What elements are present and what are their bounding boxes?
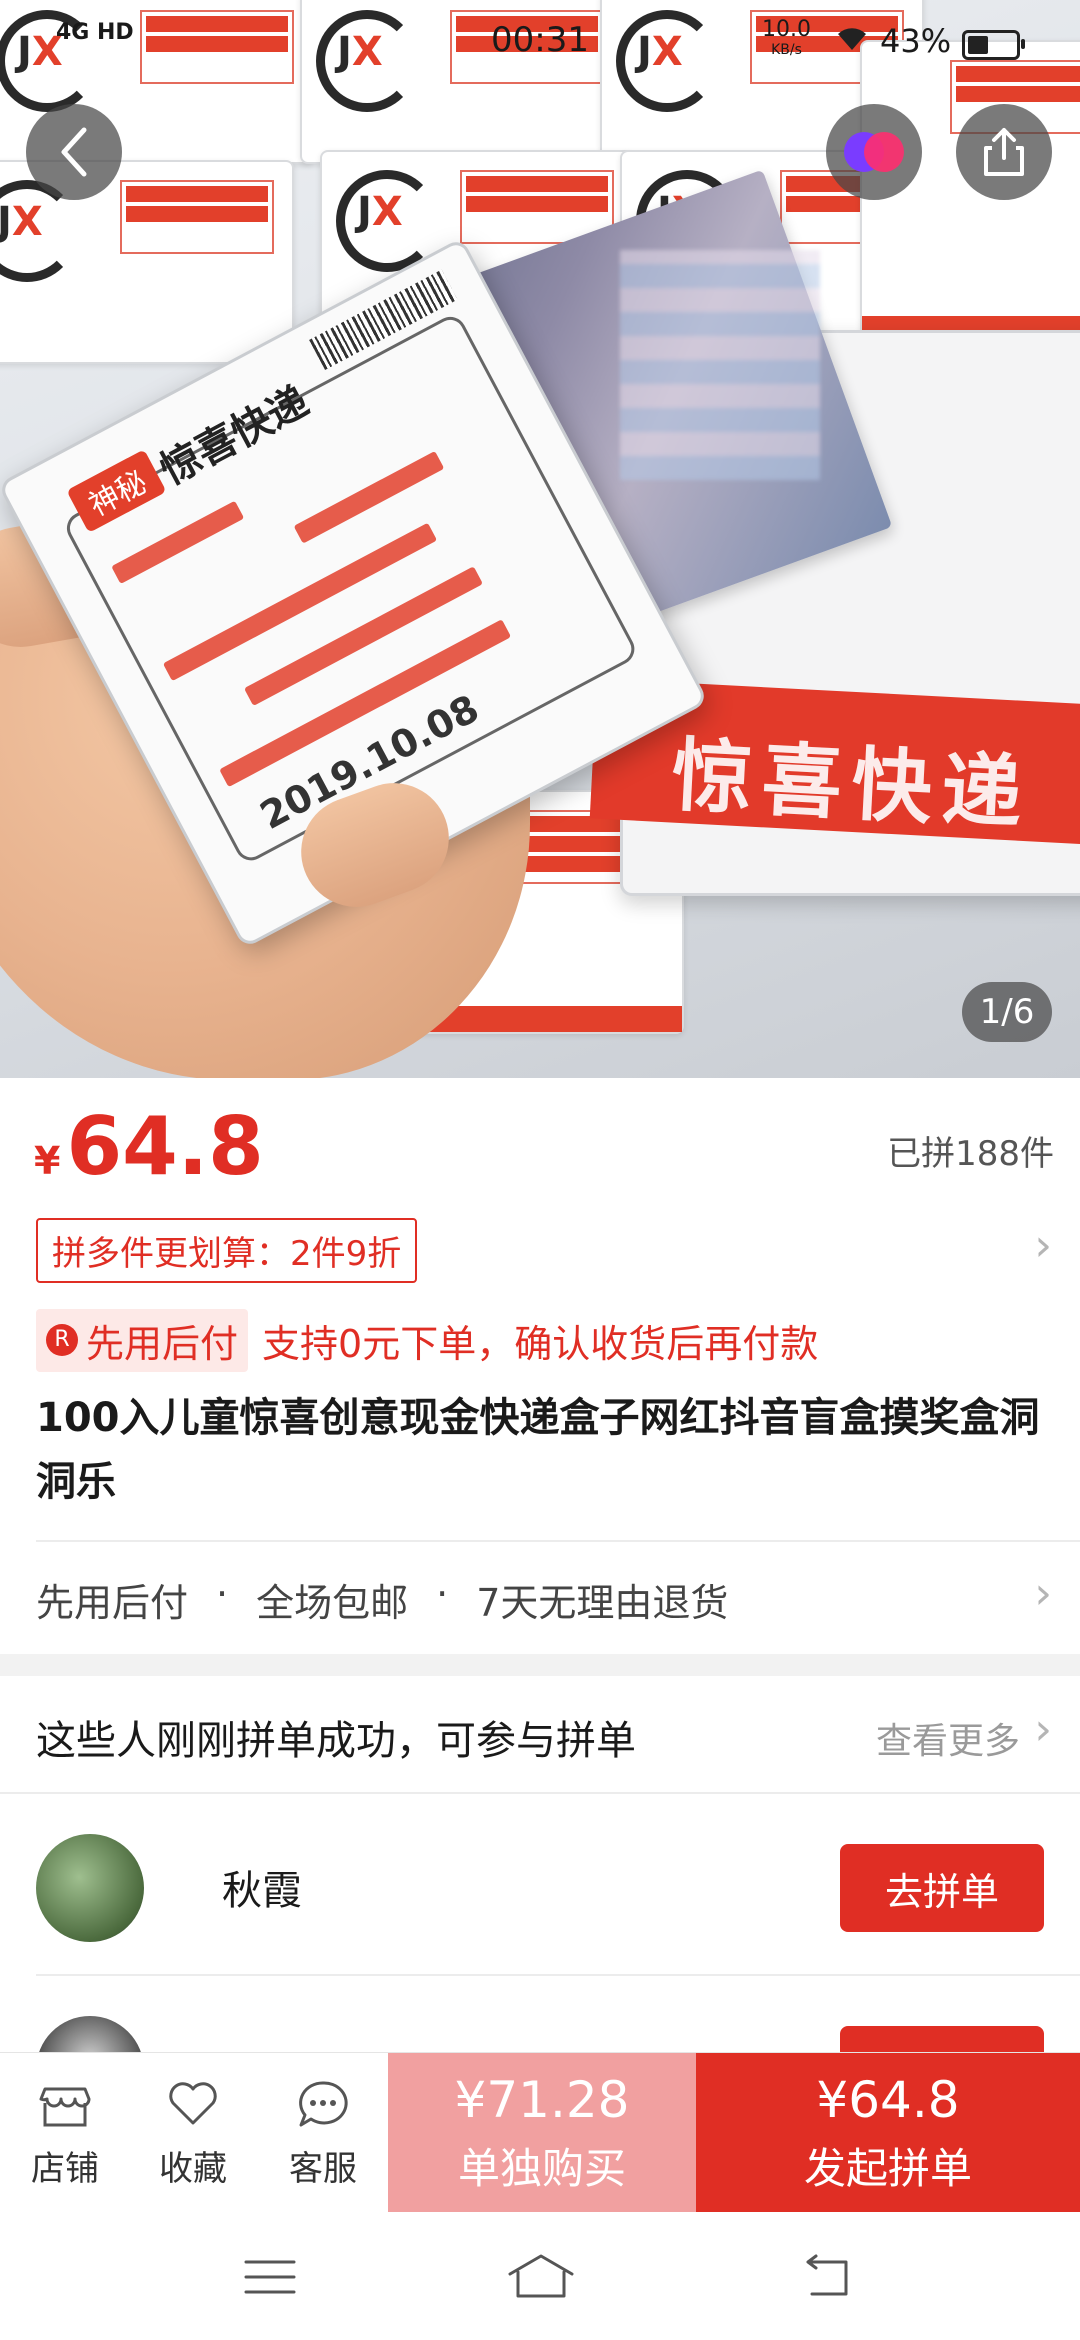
section-gap xyxy=(0,1654,1080,1676)
bottom-action-bar: 店铺 收藏 客服 ¥71.28 单独购买 ¥64.8 发起拼单 xyxy=(0,2052,1080,2213)
chevron-right-icon[interactable]: › xyxy=(1034,1220,1052,1271)
speed-value: 10.0 xyxy=(762,17,811,42)
buy-alone-button[interactable]: ¥71.28 单独购买 xyxy=(388,2053,696,2213)
group-buy-label: 发起拼单 xyxy=(803,2143,972,2193)
customer-service-label: 客服 xyxy=(289,2149,357,2189)
group-buy-price: ¥64.8 xyxy=(816,2070,960,2129)
card-title: 惊喜快递 xyxy=(153,378,316,495)
system-navigation-bar xyxy=(0,2212,1080,2340)
service-free-shipping: 全场包邮 xyxy=(256,1581,409,1625)
service-guarantees[interactable]: 先用后付 · 全场包邮 · 7天无理由退货 xyxy=(36,1572,728,1627)
battery-percent: 43% xyxy=(880,22,952,60)
speed-unit: KB/s xyxy=(771,42,802,58)
price: ¥64.8 xyxy=(34,1100,264,1193)
see-more-link[interactable]: 查看更多 xyxy=(876,1712,1020,1764)
wifi-icon xyxy=(834,24,870,60)
service-pay-later: 先用后付 xyxy=(36,1581,189,1625)
promo-badge[interactable]: 拼多件更划算：2件9折 xyxy=(36,1218,418,1283)
divider xyxy=(36,1540,1080,1542)
card-tag: 神秘 xyxy=(66,449,167,533)
back-nav-icon[interactable] xyxy=(796,2252,856,2302)
chevron-right-icon[interactable]: › xyxy=(1034,1704,1052,1755)
buy-alone-label: 单独购买 xyxy=(457,2143,626,2193)
group-member-row: 秋霞 去拼单 xyxy=(0,1794,1080,1974)
shop-label: 店铺 xyxy=(31,2149,99,2189)
status-bar: 4G HD 00:31 10.0 KB/s 43% xyxy=(0,0,1080,86)
box-band-text: 惊喜快递 xyxy=(669,728,1035,841)
box-tile: JX xyxy=(0,160,294,364)
separator-dot: · xyxy=(436,1572,449,1616)
customer-service-button[interactable]: 客服 xyxy=(268,2075,378,2190)
network-speed: 10.0 KB/s xyxy=(762,17,811,60)
pay-later-tag: R 先用后付 xyxy=(36,1308,249,1372)
product-title: 100入儿童惊喜创意现金快递盒子网红抖音盲盒摸奖盒洞洞乐 xyxy=(36,1395,1040,1505)
pay-later-label: 先用后付 xyxy=(86,1321,239,1366)
buy-alone-price: ¥71.28 xyxy=(454,2070,630,2129)
mosaic-blur xyxy=(620,250,820,480)
chevron-left-icon xyxy=(61,127,87,177)
pay-later-description: 支持0元下单，确认收货后再付款 xyxy=(262,1321,819,1366)
assistant-icon xyxy=(844,132,904,172)
member-name: 秋霞 xyxy=(222,1868,302,1914)
group-buy-heading: 这些人刚刚拼单成功，可参与拼单 xyxy=(36,1718,636,1764)
start-group-buy-button[interactable]: ¥64.8 发起拼单 xyxy=(696,2053,1080,2213)
service-returns: 7天无理由退货 xyxy=(476,1581,729,1625)
share-button[interactable] xyxy=(956,104,1052,200)
pay-later-row[interactable]: R 先用后付 支持0元下单，确认收货后再付款 xyxy=(36,1308,819,1372)
favorite-button[interactable]: 收藏 xyxy=(138,2075,248,2190)
chat-icon xyxy=(299,2081,348,2127)
home-icon[interactable] xyxy=(506,2252,576,2302)
price-value: 64.8 xyxy=(66,1100,264,1193)
menu-icon[interactable] xyxy=(240,2252,300,2302)
join-group-button[interactable]: 去拼单 xyxy=(840,1844,1044,1932)
battery-icon xyxy=(962,30,1025,60)
favorite-label: 收藏 xyxy=(159,2149,227,2189)
assistant-button[interactable] xyxy=(826,104,922,200)
back-button[interactable] xyxy=(26,104,122,200)
share-icon xyxy=(984,128,1024,176)
chevron-right-icon[interactable]: › xyxy=(1034,1568,1052,1619)
shop-button[interactable]: 店铺 xyxy=(10,2075,120,2190)
sold-count: 已拼188件 xyxy=(887,1134,1054,1174)
pay-later-icon: R xyxy=(46,1324,78,1356)
separator-dot: · xyxy=(216,1572,229,1616)
image-counter: 1/6 xyxy=(962,982,1052,1042)
avatar xyxy=(36,1834,144,1942)
store-icon xyxy=(39,2087,91,2127)
currency-symbol: ¥ xyxy=(34,1139,61,1183)
heart-icon xyxy=(169,2082,217,2125)
